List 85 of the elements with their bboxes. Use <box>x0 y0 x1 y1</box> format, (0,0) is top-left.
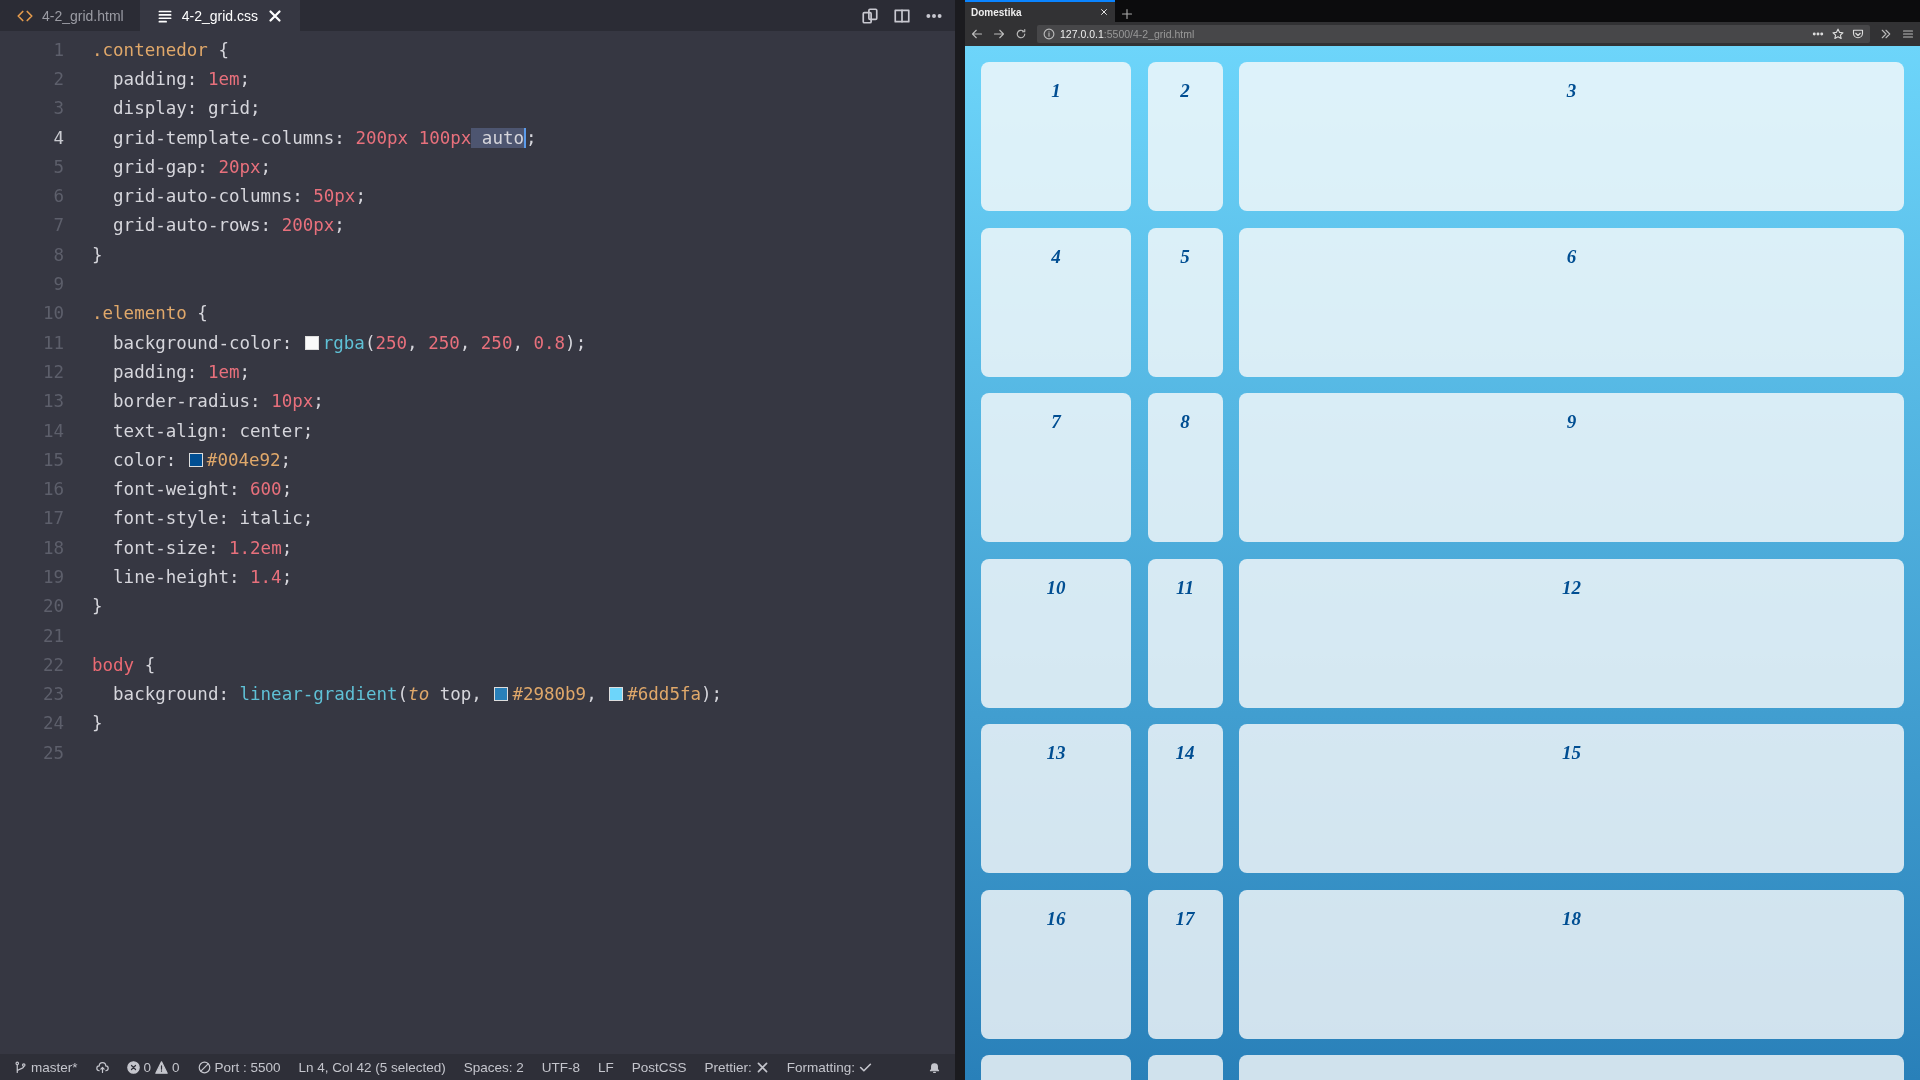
color-swatch-icon[interactable] <box>609 687 624 702</box>
grid-item: 3 <box>1239 62 1904 211</box>
code-text: color: <box>112 449 178 470</box>
code-text: grid-auto-rows: 200px; <box>112 215 345 236</box>
code-text: padding: 1em; <box>112 68 251 89</box>
branch-icon <box>14 1060 27 1074</box>
grid-item: 7 <box>981 393 1131 542</box>
status-text: LF <box>598 1059 614 1075</box>
no-entry-icon <box>197 1060 211 1074</box>
star-icon[interactable] <box>1832 28 1844 40</box>
address-field[interactable]: 127.0.0.1:5500/4-2_grid.html <box>1037 25 1870 43</box>
url-text: 127.0.0.1:5500/4-2_grid.html <box>1060 28 1195 40</box>
code-text: border-radius: 10px; <box>112 391 324 412</box>
code-text: display: grid; <box>112 98 261 119</box>
code-text: .elemento { <box>92 303 208 324</box>
code-text: .contenedor { <box>92 39 229 60</box>
info-icon <box>1043 28 1055 40</box>
grid-item: 5 <box>1147 227 1223 377</box>
close-icon[interactable] <box>1099 7 1109 17</box>
grid-item: 11 <box>1147 558 1223 708</box>
code-text: grid-gap: 20px; <box>112 156 272 177</box>
status-text: Prettier: <box>704 1059 752 1075</box>
grid-item: 10 <box>981 558 1131 708</box>
cross-icon <box>755 1060 769 1074</box>
code-text: background-color: <box>112 332 294 353</box>
grid-item: 2 <box>1147 62 1223 211</box>
code-text: #2980b9, <box>512 684 598 705</box>
color-swatch-icon[interactable] <box>188 452 203 467</box>
pocket-icon[interactable] <box>1852 28 1864 40</box>
code-text: } <box>92 596 103 617</box>
code-text: rgba(250, 250, 250, 0.8); <box>322 332 587 353</box>
error-icon <box>126 1060 140 1074</box>
code-text: } <box>92 713 103 734</box>
grid-item: 12 <box>1239 558 1904 708</box>
status-text: 0 <box>172 1059 180 1075</box>
code-text: body { <box>92 654 156 675</box>
grid-item: 6 <box>1239 227 1904 377</box>
compare-icon[interactable] <box>861 6 879 25</box>
code-text: text-align: center; <box>112 420 314 441</box>
grid-item: 4 <box>981 227 1131 377</box>
grid-item: 18 <box>1239 889 1904 1039</box>
grid-item: 1 <box>981 62 1131 211</box>
grid-item: 13 <box>981 724 1131 873</box>
color-swatch-icon[interactable] <box>494 687 509 702</box>
reload-icon[interactable] <box>1015 28 1027 40</box>
grid-item: 14 <box>1147 724 1223 873</box>
code-text: padding: 1em; <box>112 361 251 382</box>
tab-label: 4-2_grid.html <box>42 7 124 24</box>
status-text: 0 <box>143 1059 152 1075</box>
back-icon[interactable] <box>971 28 983 40</box>
menu-icon[interactable] <box>1902 28 1914 40</box>
status-text: Port : 5500 <box>214 1059 281 1075</box>
status-text: Ln 4, Col 42 (5 selected) <box>298 1059 446 1075</box>
grid-item: 8 <box>1147 393 1223 542</box>
code-text: #6dd5fa); <box>627 684 723 705</box>
grid-item: 15 <box>1239 724 1904 873</box>
code-text: font-style: italic; <box>112 508 314 529</box>
chevrons-icon[interactable] <box>1880 28 1892 40</box>
forward-icon[interactable] <box>993 28 1005 40</box>
warning-icon <box>155 1060 169 1074</box>
grid-item: 16 <box>981 889 1131 1039</box>
status-text: master* <box>31 1059 78 1075</box>
tab-label: 4-2_grid.css <box>181 7 258 24</box>
code-text: font-weight: 600; <box>112 479 293 500</box>
check-icon <box>859 1060 873 1074</box>
code-text: #004e92; <box>206 449 292 470</box>
color-swatch-icon[interactable] <box>304 335 319 350</box>
tab-title: Domestika <box>971 6 1022 18</box>
code-text: background: linear-gradient(to top, <box>112 684 483 705</box>
grid-item: 17 <box>1147 889 1223 1039</box>
browser-tab[interactable]: Domestika <box>965 0 1115 22</box>
code-text: font-size: 1.2em; <box>112 537 293 558</box>
code-text: line-height: 1.4; <box>112 567 293 587</box>
line-number: 4 <box>52 127 65 148</box>
grid-item: 9 <box>1239 393 1904 542</box>
status-text: Spaces: 2 <box>463 1059 524 1075</box>
status-text: UTF-8 <box>541 1059 580 1075</box>
code-text: grid-template-columns: 200px 100px auto; <box>112 127 537 148</box>
file-tab[interactable]: 4-2_grid.css <box>139 0 300 31</box>
status-text: Formatting: <box>786 1059 856 1075</box>
status-text: PostCSS <box>631 1059 687 1075</box>
code-text: } <box>92 244 103 265</box>
bell-icon[interactable] <box>928 1060 941 1074</box>
cloud-upload-icon <box>95 1060 109 1074</box>
code-text: grid-auto-columns: 50px; <box>112 186 366 207</box>
